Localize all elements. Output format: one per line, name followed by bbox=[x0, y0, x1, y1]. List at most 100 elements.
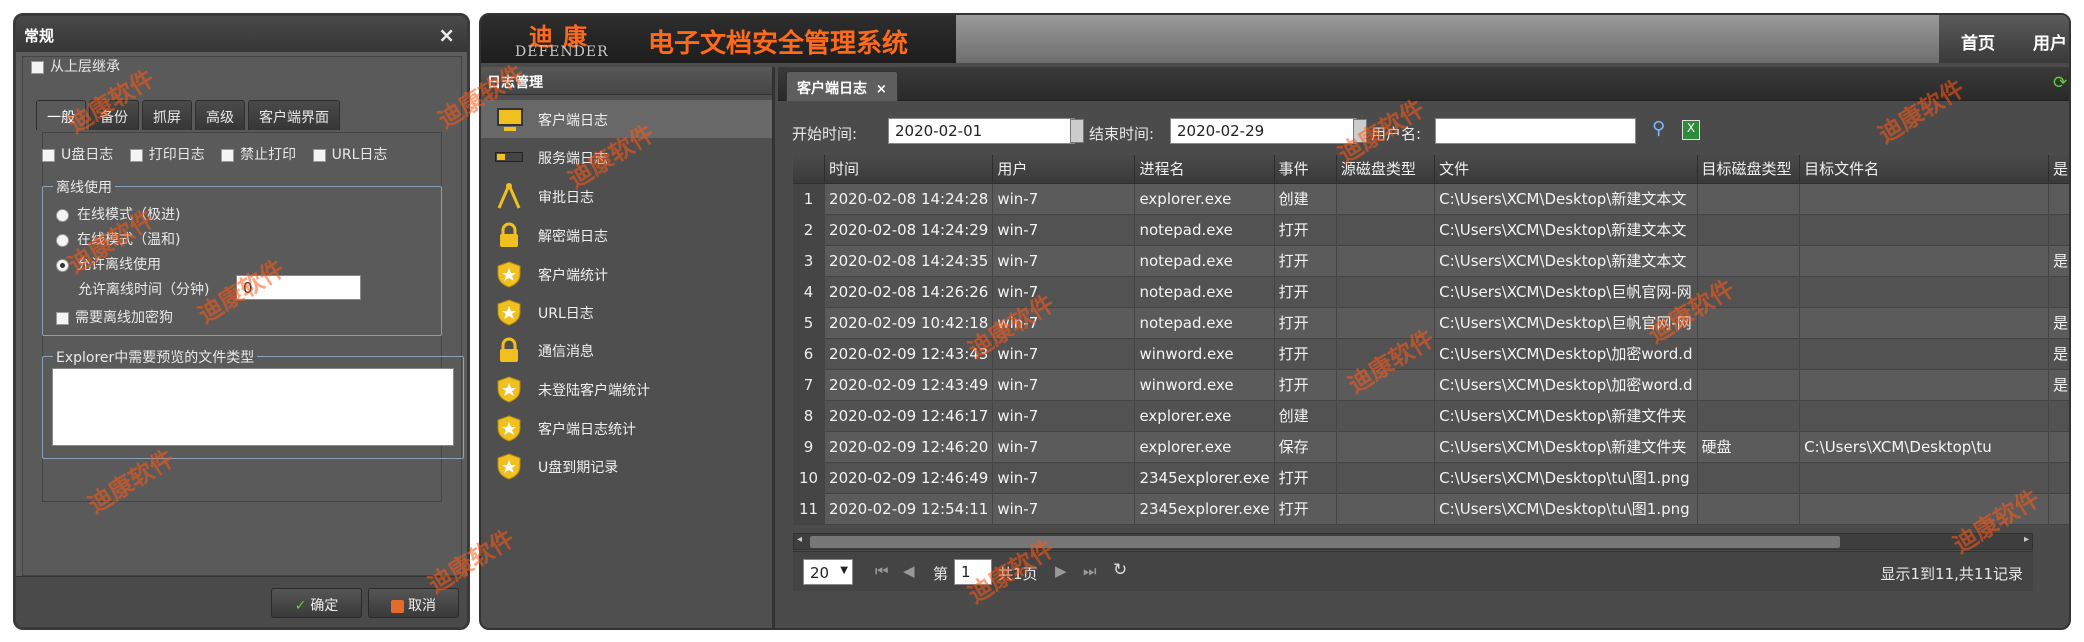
offline-radio-1-label: 在线模式（极进) bbox=[77, 207, 181, 223]
sidebar-item-7[interactable]: 未登陆客户端统计 bbox=[481, 370, 772, 408]
sidebar-item-3[interactable]: 解密端日志 bbox=[481, 216, 772, 254]
cell-time: 2020-02-09 12:46:17 bbox=[824, 400, 994, 432]
end-time-input[interactable] bbox=[1170, 118, 1357, 144]
tab-client-ui[interactable]: 客户端界面 bbox=[248, 100, 340, 130]
calendar-icon[interactable] bbox=[1353, 119, 1367, 143]
tab-screenshot[interactable]: 抓屏 bbox=[142, 100, 192, 130]
column-extra[interactable]: 是 bbox=[2048, 155, 2069, 184]
horizontal-scrollbar[interactable]: ◂ ▸ bbox=[793, 533, 2033, 550]
start-time-input[interactable] bbox=[888, 118, 1075, 144]
close-icon[interactable]: × bbox=[876, 82, 887, 97]
need-dog-checkbox[interactable] bbox=[56, 311, 69, 325]
cell-rownum: 6 bbox=[793, 338, 826, 370]
table-row[interactable]: 4 2020-02-08 14:26:26 win-7 notepad.exe 打开 C:… bbox=[793, 276, 2069, 308]
url-log-checkbox[interactable] bbox=[312, 148, 326, 162]
username-input[interactable] bbox=[1435, 118, 1636, 144]
sidebar-item-1[interactable]: 服务端日志 bbox=[481, 138, 772, 176]
last-page-icon[interactable]: ⏭ bbox=[1083, 562, 1097, 580]
cell-user: win-7 bbox=[992, 245, 1136, 277]
column-user[interactable]: 用户 bbox=[992, 155, 1136, 184]
no-print-option[interactable]: 禁止打印 bbox=[221, 147, 296, 163]
cell-target-disk bbox=[1697, 245, 1801, 277]
cancel-button[interactable]: 取消 bbox=[368, 588, 459, 618]
sidebar-item-4[interactable]: 客户端统计 bbox=[481, 255, 772, 293]
compass-icon bbox=[495, 182, 523, 210]
start-time-label: 开始时间: bbox=[792, 125, 858, 143]
offline-radio-2[interactable]: 在线模式（温和) bbox=[56, 229, 180, 249]
cell-event: 打开 bbox=[1274, 369, 1337, 401]
search-icon[interactable]: ⚲ bbox=[1652, 118, 1665, 139]
cell-file: C:\Users\XCM\Desktop\新建文本文 bbox=[1434, 245, 1698, 277]
need-dog-option[interactable]: 需要离线加密狗 bbox=[56, 307, 173, 327]
sidebar-item-9[interactable]: U盘到期记录 bbox=[481, 447, 772, 485]
calendar-icon[interactable] bbox=[1070, 119, 1084, 143]
table-row[interactable]: 10 2020-02-09 12:46:49 win-7 2345explorer.e… bbox=[793, 462, 2069, 494]
print-log-checkbox[interactable] bbox=[129, 148, 143, 162]
cell-file: C:\Users\XCM\Desktop\加密word.d bbox=[1434, 369, 1698, 401]
sidebar-item-6[interactable]: 通信消息 bbox=[481, 331, 772, 369]
column-event[interactable]: 事件 bbox=[1274, 155, 1337, 184]
url-log-option[interactable]: URL日志 bbox=[312, 147, 387, 163]
usb-log-checkbox[interactable] bbox=[42, 148, 55, 162]
sidebar-item-8[interactable]: 客户端日志统计 bbox=[481, 409, 772, 447]
close-icon[interactable]: × bbox=[438, 23, 455, 47]
prev-page-icon[interactable]: ◀ bbox=[903, 562, 915, 580]
cell-source-disk bbox=[1336, 276, 1436, 308]
usb-log-option[interactable]: U盘日志 bbox=[42, 147, 113, 163]
table-row[interactable]: 11 2020-02-09 12:54:11 win-7 2345explorer.e… bbox=[793, 493, 2069, 525]
tab-general[interactable]: 一般 bbox=[36, 100, 86, 130]
offline-radio-1-button[interactable] bbox=[56, 208, 69, 222]
table-row[interactable]: 5 2020-02-09 10:42:18 win-7 notepad.exe 打开 C:… bbox=[793, 307, 2069, 339]
next-page-icon[interactable]: ▶ bbox=[1055, 562, 1067, 580]
sidebar-item-2[interactable]: 审批日志 bbox=[481, 177, 772, 215]
tab-client-log[interactable]: 客户端日志 × bbox=[786, 71, 898, 101]
tab-advanced[interactable]: 高级 bbox=[195, 100, 245, 130]
column-process[interactable]: 进程名 bbox=[1134, 155, 1275, 184]
column-source-disk[interactable]: 源磁盘类型 bbox=[1336, 155, 1436, 184]
column-time[interactable]: 时间 bbox=[824, 155, 994, 184]
table-row[interactable]: 9 2020-02-09 12:46:20 win-7 explorer.exe 保存 C… bbox=[793, 431, 2069, 463]
table-row[interactable]: 1 2020-02-08 14:24:28 win-7 explorer.exe 创建 C… bbox=[793, 183, 2069, 215]
pagination-bar: 20 ▼ ⏮ ◀ 第 共1页 ▶ ⏭ ↻ 显示1到11,共11记录 bbox=[793, 551, 2033, 591]
offline-radio-3-button[interactable] bbox=[56, 258, 69, 272]
sidebar-title: 日志管理 bbox=[481, 67, 772, 95]
column-file[interactable]: 文件 bbox=[1434, 155, 1698, 184]
inherit-option[interactable]: 从上层继承 bbox=[31, 56, 120, 76]
reload-icon[interactable]: ↻ bbox=[1113, 560, 1127, 580]
column-target-disk[interactable]: 目标磁盘类型 bbox=[1697, 155, 1801, 184]
scrollbar-thumb[interactable] bbox=[810, 536, 1840, 548]
table-row[interactable]: 8 2020-02-09 12:46:17 win-7 explorer.exe 创建 C… bbox=[793, 400, 2069, 432]
cell-user: win-7 bbox=[992, 493, 1136, 525]
tab-backup[interactable]: 备份 bbox=[89, 100, 139, 130]
offline-radio-1[interactable]: 在线模式（极进) bbox=[56, 204, 180, 224]
table-row[interactable]: 2 2020-02-08 14:24:29 win-7 notepad.exe 打开 C:… bbox=[793, 214, 2069, 246]
table-row[interactable]: 7 2020-02-09 12:43:49 win-7 winword.exe 打开 C:… bbox=[793, 369, 2069, 401]
offline-radio-2-button[interactable] bbox=[56, 233, 69, 247]
cell-target-disk bbox=[1697, 369, 1801, 401]
refresh-icon[interactable]: ⟳ bbox=[2053, 67, 2069, 101]
monitor-icon bbox=[495, 105, 523, 133]
sidebar-item-label: 未登陆客户端统计 bbox=[538, 383, 650, 399]
table-row[interactable]: 3 2020-02-08 14:24:35 win-7 notepad.exe 打开 C:… bbox=[793, 245, 2069, 277]
no-print-checkbox[interactable] bbox=[221, 148, 235, 162]
cell-target-disk bbox=[1697, 462, 1801, 494]
explorer-filetypes-textarea[interactable] bbox=[52, 368, 454, 446]
page-size-select[interactable]: 20 ▼ bbox=[803, 559, 853, 585]
sidebar-item-0[interactable]: 客户端日志 bbox=[481, 100, 772, 138]
nav-users[interactable]: 用户 bbox=[2011, 15, 2069, 63]
cell-file: C:\Users\XCM\Desktop\巨帆官网-网 bbox=[1434, 307, 1698, 339]
offline-time-input[interactable] bbox=[236, 275, 361, 300]
excel-export-icon[interactable]: X bbox=[1682, 120, 1700, 140]
sidebar-item-5[interactable]: URL日志 bbox=[481, 293, 772, 331]
page-number-input[interactable] bbox=[954, 559, 992, 585]
offline-radio-3[interactable]: 允许离线使用 bbox=[56, 254, 161, 274]
cell-user: win-7 bbox=[992, 462, 1136, 494]
column-target-file[interactable]: 目标文件名 bbox=[1799, 155, 2049, 184]
scroll-right-icon[interactable]: ▸ bbox=[2024, 534, 2029, 545]
scroll-left-icon[interactable]: ◂ bbox=[797, 534, 802, 545]
inherit-checkbox[interactable] bbox=[31, 60, 44, 74]
ok-button[interactable]: ✓ 确定 bbox=[271, 588, 362, 618]
print-log-option[interactable]: 打印日志 bbox=[129, 147, 205, 163]
first-page-icon[interactable]: ⏮ bbox=[875, 562, 889, 580]
table-row[interactable]: 6 2020-02-09 12:43:43 win-7 winword.exe 打开 C:… bbox=[793, 338, 2069, 370]
